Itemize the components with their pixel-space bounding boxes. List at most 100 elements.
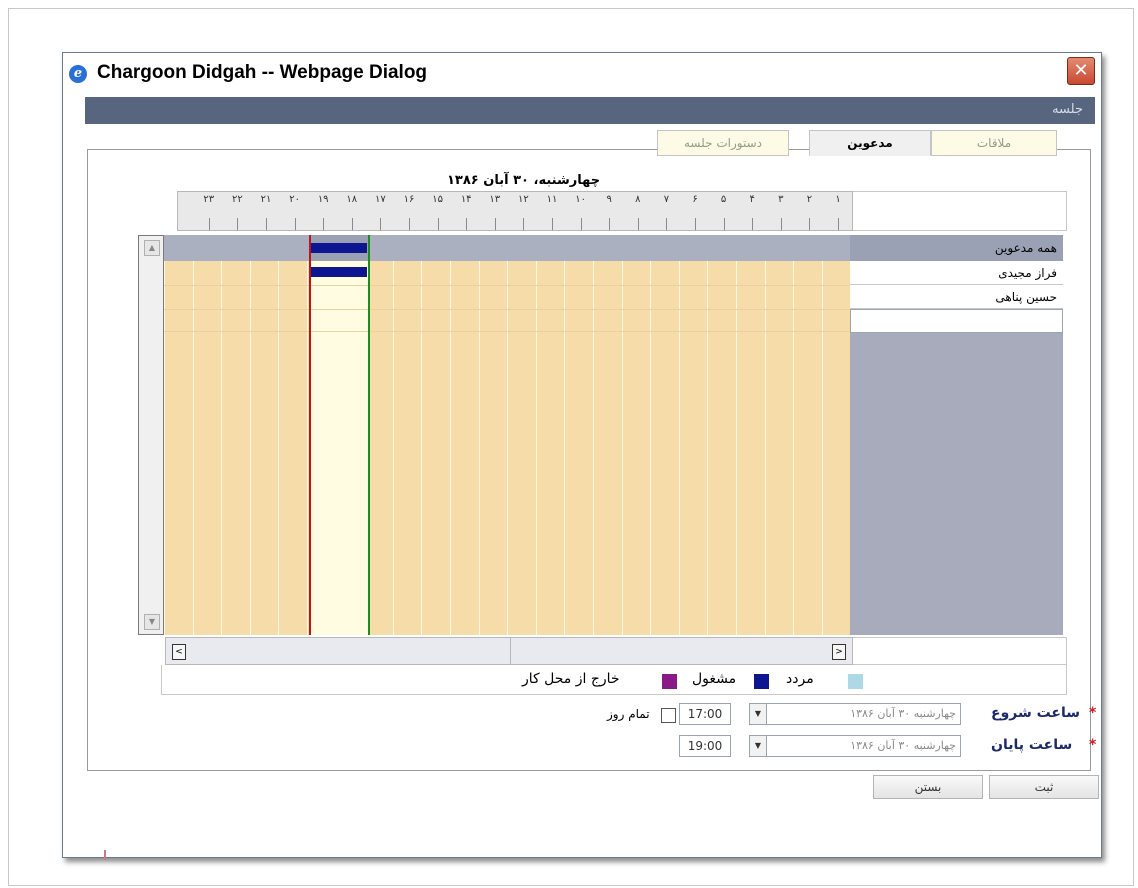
scrollbar-spacer xyxy=(853,637,1067,665)
legend-out-of-office: خارج از محل کار xyxy=(522,671,620,687)
tab-meetings[interactable]: ملاقات xyxy=(931,130,1057,156)
chevron-down-icon[interactable]: ▼ xyxy=(749,703,767,725)
required-mark: * xyxy=(1089,705,1097,721)
row-divider xyxy=(164,285,850,286)
hour-column-divider xyxy=(193,235,194,635)
hour-label: ۲۱ xyxy=(252,194,280,230)
hour-column-divider xyxy=(221,235,222,635)
hour-column-divider xyxy=(679,235,680,635)
hour-label: ۲۳ xyxy=(195,194,223,230)
hour-label: ۱۱ xyxy=(538,194,566,230)
chevron-down-icon[interactable]: ▼ xyxy=(749,735,767,757)
hour-label: ۲۲ xyxy=(223,194,251,230)
hour-label: ۴ xyxy=(738,194,766,230)
legend: مردد مشغول خارج از محل کار xyxy=(161,665,1067,695)
hour-column-divider xyxy=(822,235,823,635)
end-time-label: ساعت پایان xyxy=(991,737,1073,753)
vertical-scrollbar[interactable]: ▲ ▼ xyxy=(138,235,164,635)
start-time-field[interactable]: 17:00 xyxy=(679,703,731,725)
tab-invitees[interactable]: مدعوین xyxy=(809,130,931,156)
all-day-checkbox[interactable] xyxy=(661,708,676,723)
out-of-office-swatch xyxy=(662,674,677,689)
all-invitees-label: همه مدعوین xyxy=(850,235,1063,261)
hour-label: ۳ xyxy=(767,194,795,230)
hour-column-divider xyxy=(450,235,451,635)
hour-column-divider xyxy=(707,235,708,635)
hour-column-divider xyxy=(793,235,794,635)
hour-label: ۲۰ xyxy=(281,194,309,230)
hour-label: ۷ xyxy=(652,194,680,230)
hour-column-divider xyxy=(164,235,165,635)
hour-column-divider xyxy=(593,235,594,635)
scroll-up-icon[interactable]: ▲ xyxy=(144,240,160,256)
tentative-swatch xyxy=(848,674,863,689)
hour-column-divider xyxy=(622,235,623,635)
hour-label: ۱۸ xyxy=(338,194,366,230)
section-title: جلسه xyxy=(1052,102,1083,117)
hour-column-divider xyxy=(393,235,394,635)
close-icon[interactable]: ✕ xyxy=(1067,57,1095,85)
start-time-row: * ساعت شروع چهارشنبه ۳۰ آبان ۱۳۸۶ ▼ 17:0… xyxy=(63,701,1103,725)
hour-column-divider xyxy=(536,235,537,635)
hour-label: ۶ xyxy=(681,194,709,230)
add-invitee-input[interactable] xyxy=(850,309,1063,333)
title-bar[interactable]: e Chargoon Didgah -- Webpage Dialog ✕ xyxy=(63,53,1101,95)
selected-range xyxy=(311,261,369,635)
section-header: جلسه xyxy=(85,97,1095,124)
hours-header: ۱ ۲ ۳ ۴ ۵ ۶ ۷ ۸ ۹ ۱۰ ۱۱ ۱۲ ۱۳ ۱۴ ۱۵ ۱۶ ۱۷ ۱۸ ۱۹ ۲۰ ۲۱ ۲۲ ۲۳ xyxy=(177,191,853,231)
hour-label: ۱۷ xyxy=(366,194,394,230)
busy-block xyxy=(311,267,367,277)
hour-label: ۱۰ xyxy=(567,194,595,230)
hour-label: ۱۶ xyxy=(395,194,423,230)
start-time-line[interactable] xyxy=(309,235,311,635)
legend-tentative: مردد xyxy=(786,671,814,687)
close-button[interactable]: بستن xyxy=(873,775,983,799)
hour-label: ۱۹ xyxy=(309,194,337,230)
end-time-field[interactable]: 19:00 xyxy=(679,735,731,757)
row-divider xyxy=(164,309,850,310)
hour-label: ۸ xyxy=(624,194,652,230)
tab-agenda[interactable]: دستورات جلسه xyxy=(657,130,789,156)
end-time-line[interactable] xyxy=(368,235,370,635)
invitee-row[interactable]: فراز مجیدی xyxy=(850,261,1063,285)
hour-column-divider xyxy=(765,235,766,635)
dialog-title: Chargoon Didgah -- Webpage Dialog xyxy=(97,62,428,83)
hour-column-divider xyxy=(421,235,422,635)
hour-label: ۱ xyxy=(824,194,852,230)
scroll-right-icon[interactable]: > xyxy=(832,644,846,660)
hour-column-divider xyxy=(250,235,251,635)
busy-swatch xyxy=(754,674,769,689)
hour-label: ۵ xyxy=(710,194,738,230)
legend-busy: مشغول xyxy=(692,671,737,687)
scrollbar-divider xyxy=(510,638,511,664)
required-mark: * xyxy=(1089,737,1097,753)
scroll-down-icon[interactable]: ▼ xyxy=(144,614,160,630)
end-time-row: * ساعت پایان چهارشنبه ۳۰ آبان ۱۳۸۶ ▼ 19:… xyxy=(63,733,1103,757)
schedule-grid: ▲ ▼ همه مدعوین فراز مجیدی حسین پناهی xyxy=(138,235,1063,635)
hours-header-spacer xyxy=(853,191,1067,231)
busy-block xyxy=(311,243,367,253)
hour-column-divider xyxy=(507,235,508,635)
all-invitees-band xyxy=(164,235,850,261)
timeline[interactable] xyxy=(164,235,850,635)
internet-explorer-icon: e xyxy=(69,65,87,83)
end-date-field[interactable]: چهارشنبه ۳۰ آبان ۱۳۸۶ xyxy=(765,735,961,757)
hour-column-divider xyxy=(278,235,279,635)
hour-column-divider xyxy=(564,235,565,635)
row-divider xyxy=(164,331,850,332)
hour-label: ۲ xyxy=(795,194,823,230)
hour-label: ۱۳ xyxy=(481,194,509,230)
invitee-list: همه مدعوین فراز مجیدی حسین پناهی xyxy=(850,235,1063,635)
horizontal-scrollbar[interactable]: < > xyxy=(165,637,853,665)
hour-column-divider xyxy=(479,235,480,635)
all-day-label: تمام روز xyxy=(607,707,650,721)
start-date-field[interactable]: چهارشنبه ۳۰ آبان ۱۳۸۶ xyxy=(765,703,961,725)
webpage-dialog: e Chargoon Didgah -- Webpage Dialog ✕ جل… xyxy=(62,52,1102,858)
hour-column-divider xyxy=(736,235,737,635)
hour-label: ۱۴ xyxy=(452,194,480,230)
hour-label: ۹ xyxy=(595,194,623,230)
invitee-row[interactable]: حسین پناهی xyxy=(850,285,1063,309)
submit-button[interactable]: ثبت xyxy=(989,775,1099,799)
hour-column-divider xyxy=(650,235,651,635)
scroll-left-icon[interactable]: < xyxy=(172,644,186,660)
